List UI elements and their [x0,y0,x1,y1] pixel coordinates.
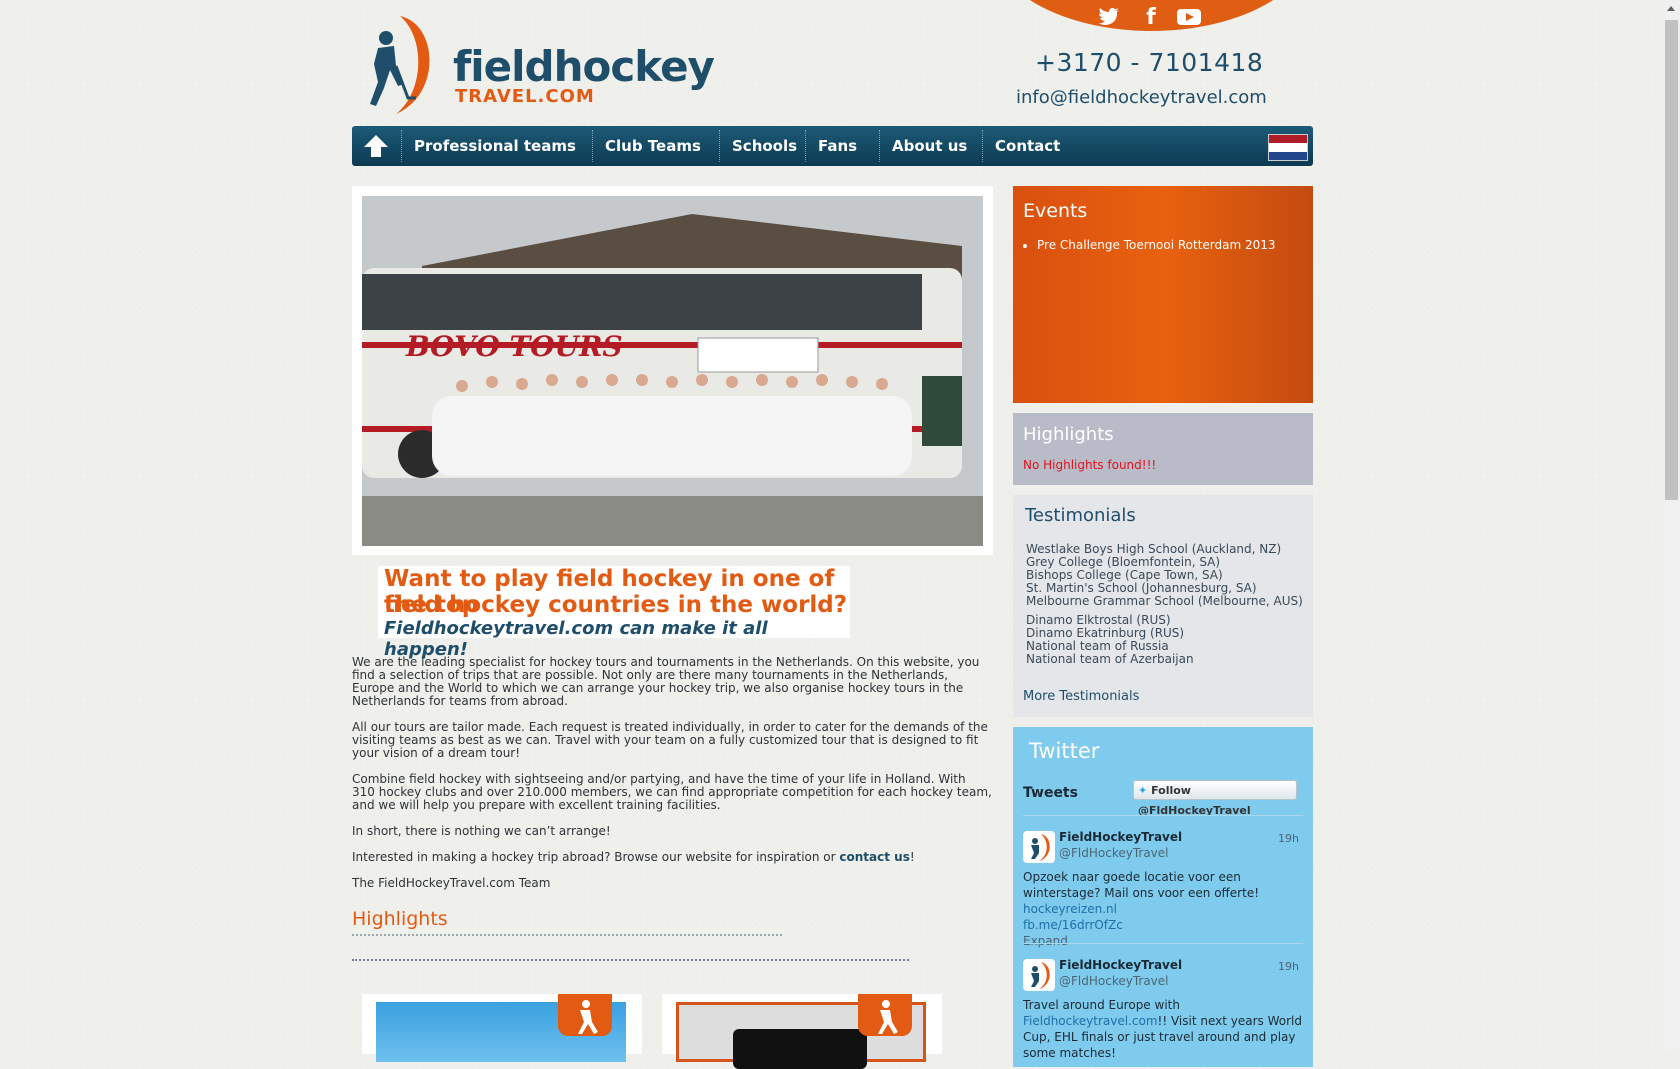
nav-about-us[interactable]: About us [892,126,967,166]
nav-professional-teams[interactable]: Professional teams [414,126,576,166]
divider [352,934,782,936]
main-highlights-title: Highlights [352,908,448,930]
tweets-label: Tweets [1023,785,1078,801]
intro-paragraph: We are the leading specialist for hockey… [352,655,980,708]
tweet-author-handle[interactable]: @FldHockeyTravel [1059,845,1169,861]
twitter-bird-icon: ✦ [1138,784,1148,797]
divider [1023,815,1303,816]
tweet-author-name[interactable]: FieldHockeyTravel [1059,829,1182,845]
dutch-flag-icon[interactable] [1268,134,1308,161]
nav-fans[interactable]: Fans [818,126,857,166]
nav-separator [805,130,806,162]
contact-us-link[interactable]: contact us [839,850,909,864]
facebook-icon[interactable]: f [1136,4,1166,30]
tweet-time[interactable]: 19h [1278,831,1299,847]
testimonials-title: Testimonials [1025,505,1136,526]
events-panel: Events Pre Challenge Toernooi Rotterdam … [1013,186,1313,403]
tweet-expand-link[interactable]: Expand [1023,934,1068,948]
tweet-text: Travel around Europe with Fieldhockeytra… [1023,997,1305,1061]
events-title: Events [1023,200,1088,222]
nav-club-teams[interactable]: Club Teams [605,126,701,166]
hockey-player-badge-icon [858,994,912,1036]
email-link[interactable]: info@fieldhockeytravel.com [1016,87,1267,108]
intro-text-span: ! [909,850,915,864]
tweet-body: Opzoek naar goede locatie voor een winte… [1023,870,1260,900]
tweet-link[interactable]: Fieldhockeytravel.com [1023,1014,1158,1028]
nav-separator [401,130,402,162]
tweet-author-name[interactable]: FieldHockeyTravel [1059,957,1182,973]
hero-image-frame: BOVO TOURS [352,186,993,555]
nav-separator [982,130,983,162]
intro-paragraph: All our tours are tailor made. Each requ… [352,720,988,760]
scrollbar-thumb[interactable] [1665,20,1678,500]
highlights-panel: Highlights No Highlights found!!! [1013,413,1313,485]
logo-text-main: fieldhockey [453,42,715,91]
site-logo[interactable]: fieldhockey TRAVEL.COM [360,14,715,114]
testimonial-item[interactable]: Melbourne Grammar School (Melbourne, AUS… [1026,595,1303,608]
twitter-panel: Twitter Tweets ✦ Follow @FldHockeyTravel… [1013,727,1313,1067]
hockey-player-badge-icon [558,994,612,1036]
intro-paragraph: In short, there is nothing we can’t arra… [352,824,611,838]
tagline-line-3: Fieldhockeytravel.com can make it all ha… [384,618,768,660]
camera-icon [733,1029,867,1069]
youtube-icon[interactable] [1174,4,1204,30]
nav-separator [719,130,720,162]
logo-text-sub: TRAVEL.COM [455,86,595,107]
vertical-scrollbar[interactable] [1663,0,1680,1050]
nav-schools[interactable]: Schools [732,126,797,166]
events-list: Pre Challenge Toernooi Rotterdam 2013 [1025,238,1276,252]
highlight-card[interactable] [362,994,642,1062]
follow-label: Follow @FldHockeyTravel [1138,784,1251,817]
intro-paragraph: Interested in making a hockey trip abroa… [352,851,992,864]
tweet-body: Travel around Europe with [1023,998,1180,1012]
nav-contact[interactable]: Contact [995,126,1060,166]
team-bus-photo: BOVO TOURS [362,196,983,546]
highlights-title: Highlights [1023,424,1114,445]
divider [352,959,909,961]
bus-brand-text: BOVO TOURS [405,330,623,363]
hockey-player-logo-icon [370,16,430,114]
tweet-link[interactable]: hockeyreizen.nl [1023,902,1117,916]
highlight-card[interactable] [662,994,942,1069]
avatar[interactable] [1023,959,1055,991]
tagline-line-2: field hockey countries in the world? [384,592,848,618]
home-icon[interactable] [360,132,392,160]
follow-button[interactable]: ✦ Follow @FldHockeyTravel [1133,780,1297,817]
tweet-link[interactable]: fb.me/16drrOfZc [1023,918,1123,932]
event-item[interactable]: Pre Challenge Toernooi Rotterdam 2013 [1037,238,1276,252]
intro-text: We are the leading specialist for hockey… [352,656,992,903]
tweet-text: Opzoek naar goede locatie voor een winte… [1023,869,1305,949]
intro-text-span: Interested in making a hockey trip abroa… [352,850,840,864]
nav-separator [879,130,880,162]
tweet-time[interactable]: 19h [1278,959,1299,975]
tagline-banner: Want to play field hockey in one of the … [378,566,850,660]
twitter-title: Twitter [1029,739,1100,763]
intro-paragraph: Combine field hockey with sightseeing an… [352,772,992,812]
testimonial-item[interactable]: National team of Azerbaijan [1026,653,1303,666]
phone-number[interactable]: +3170 - 7101418 [1035,48,1263,77]
no-highlights-message: No Highlights found!!! [1023,458,1157,472]
divider [1023,943,1303,944]
intro-signature: The FieldHockeyTravel.com Team [352,876,551,890]
tweet-author-handle[interactable]: @FldHockeyTravel [1059,973,1169,989]
page: fieldhockey TRAVEL.COM f +3170 - 7101418… [352,0,1313,1069]
testimonials-panel: Testimonials Westlake Boys High School (… [1013,495,1313,717]
more-testimonials-link[interactable]: More Testimonials [1023,689,1139,704]
avatar[interactable] [1023,831,1055,863]
main-nav: Professional teams Club Teams Schools Fa… [352,126,1313,166]
nav-separator [592,130,593,162]
scroll-up-arrow-icon[interactable] [1667,6,1675,11]
twitter-icon[interactable] [1094,4,1124,30]
testimonials-list: Westlake Boys High School (Auckland, NZ)… [1026,543,1303,666]
